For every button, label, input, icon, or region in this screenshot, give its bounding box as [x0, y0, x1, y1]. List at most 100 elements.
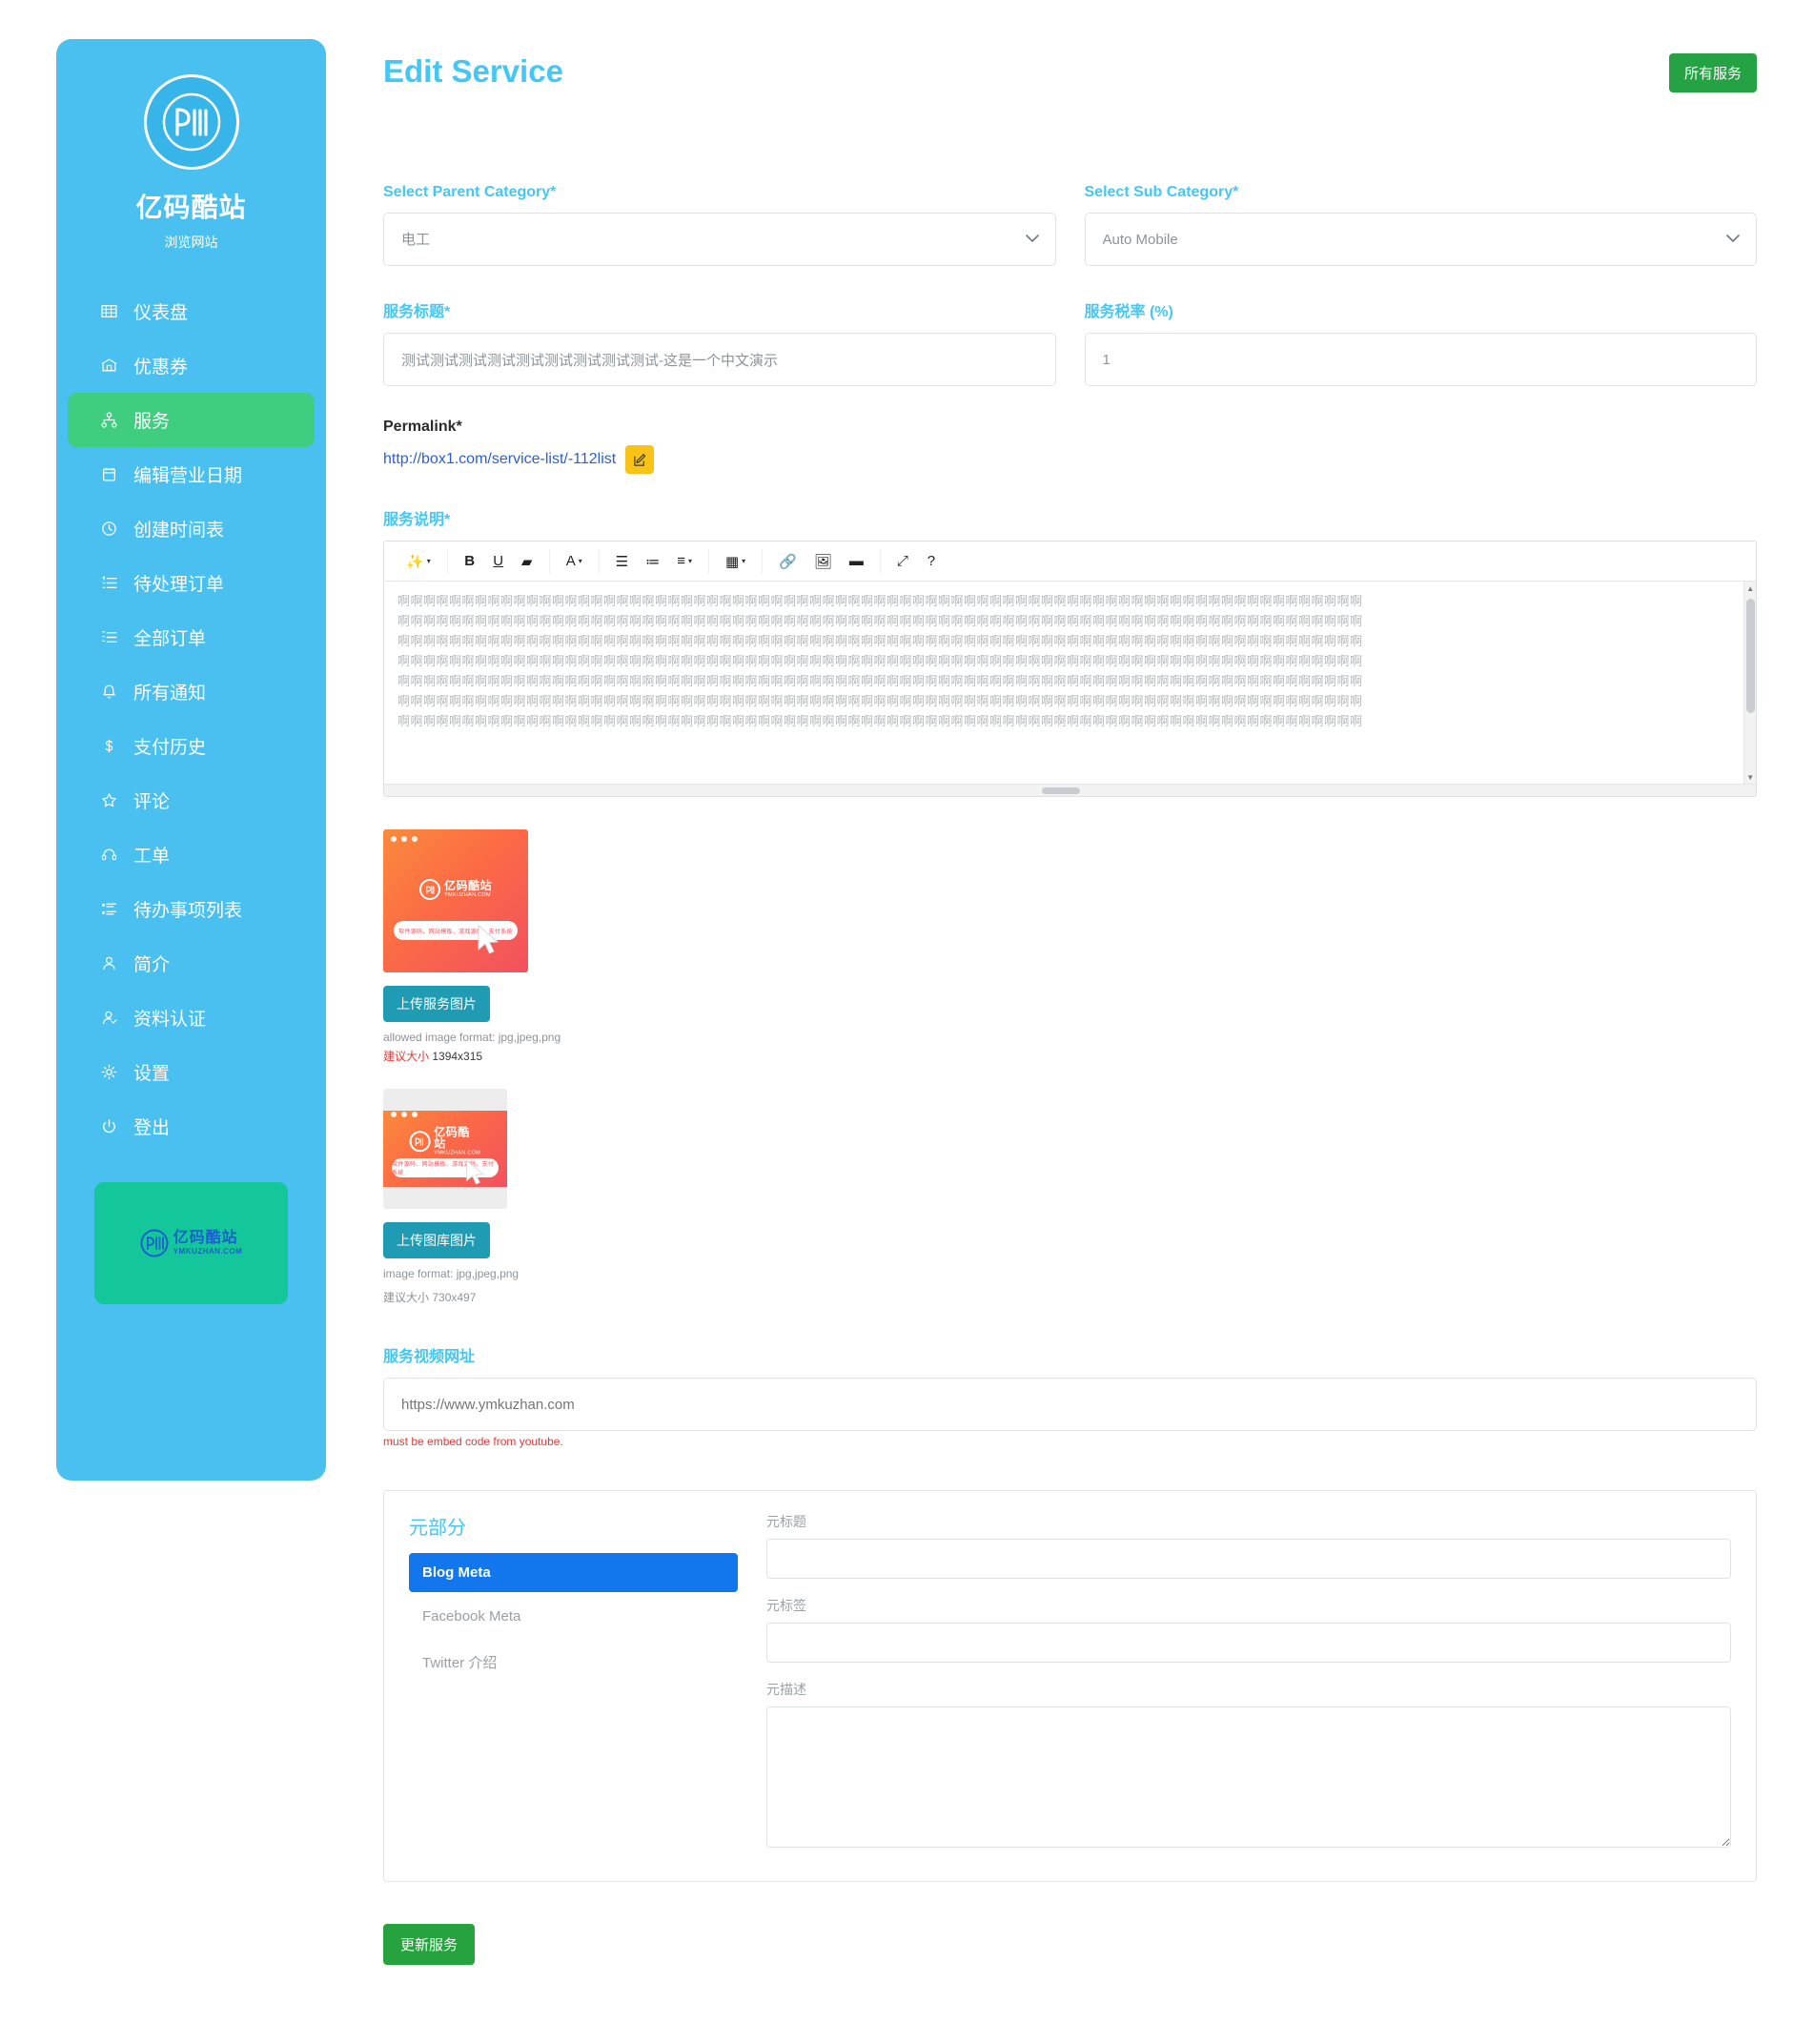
meta-title-input[interactable] — [766, 1539, 1731, 1579]
rich-text-editor: ✨ ▾ B U ▰ A ▾ ☰ ≔ ≡ ▾ ▦ ▾ 🔗 🖼 ▬ ⤢? 啊啊啊啊啊啊啊啊啊啊啊啊啊啊啊啊啊啊啊啊啊… — [383, 541, 1757, 797]
align-icon[interactable]: ≡ ▾ — [671, 550, 698, 573]
update-service-button[interactable]: 更新服务 — [383, 1924, 476, 1965]
video-url-input[interactable] — [383, 1378, 1757, 1431]
editor-content-area[interactable]: 啊啊啊啊啊啊啊啊啊啊啊啊啊啊啊啊啊啊啊啊啊啊啊啊啊啊啊啊啊啊啊啊啊啊啊啊啊啊啊啊… — [384, 582, 1756, 784]
preview-brand-cn: 亿码酷站 — [434, 1125, 470, 1151]
scroll-up-icon[interactable]: ▲ — [1744, 582, 1756, 595]
service-image-size-hint: 建议大小 1394x315 — [383, 1048, 1757, 1064]
meta-description-textarea[interactable] — [766, 1707, 1731, 1848]
underline-icon-glyph: U — [493, 553, 504, 569]
numbered-list-icon[interactable]: ≔ — [640, 550, 665, 573]
eraser-icon[interactable]: ▰ — [516, 550, 539, 573]
meta-description-label: 元描述 — [766, 1682, 806, 1697]
service-tax-input[interactable] — [1084, 333, 1757, 386]
service-description-label: 服务说明* — [383, 512, 451, 528]
service-tax-label: 服务税率 (%) — [1084, 304, 1173, 320]
clock-icon — [101, 521, 133, 537]
sidebar-item-6[interactable]: 全部订单 — [56, 610, 326, 664]
cursor-arrow-icon — [476, 924, 502, 961]
sidebar-item-2[interactable]: 服务 — [68, 393, 315, 447]
sidebar-item-8[interactable]: 支付历史 — [56, 719, 326, 773]
preview-brand-badge: 亿码酷站 YMKUZHAN.COM — [409, 1125, 481, 1157]
image-icon-glyph: 🖼 — [813, 553, 832, 570]
page-title: Edit Service — [383, 53, 563, 89]
image-icon[interactable]: 🖼 — [808, 550, 838, 573]
sidebar-item-label: 优惠券 — [133, 358, 189, 378]
sidebar-item-15[interactable]: 登出 — [56, 1099, 326, 1154]
help-icon[interactable]: ? — [920, 550, 943, 573]
meta-tab-1[interactable]: Facebook Meta — [409, 1597, 738, 1636]
sidebar-item-label: 简介 — [133, 955, 171, 975]
service-title-label: 服务标题* — [383, 304, 451, 320]
ym-circle-logo — [143, 74, 239, 170]
editor-horizontal-scrollbar[interactable] — [384, 784, 1756, 796]
table-icon[interactable]: ▦ ▾ — [720, 550, 751, 573]
sidebar-item-1[interactable]: 优惠券 — [56, 338, 326, 393]
sidebar-item-label: 评论 — [133, 792, 171, 812]
link-icon[interactable]: 🔗 — [773, 550, 803, 573]
bell-icon — [101, 684, 133, 700]
sidebar-item-0[interactable]: 仪表盘 — [56, 284, 326, 338]
star-icon — [101, 792, 133, 808]
service-title-input[interactable] — [383, 333, 1056, 386]
sidebar-item-13[interactable]: 资料认证 — [56, 991, 326, 1045]
scroll-thumb-horizontal[interactable] — [1042, 787, 1080, 794]
parent-category-select[interactable]: 电工 — [383, 213, 1056, 266]
video-icon-glyph: ▬ — [848, 553, 864, 569]
parent-category-field: Select Parent Category* 电工 — [383, 184, 1056, 266]
sidebar-item-4[interactable]: 创建时间表 — [56, 501, 326, 556]
chevron-down-icon: ▾ — [426, 557, 431, 565]
upload-service-image-button[interactable]: 上传服务图片 — [383, 986, 490, 1022]
category-row: Select Parent Category* 电工 Select Sub Ca… — [383, 184, 1757, 298]
bullet-list-icon[interactable]: ☰ — [610, 550, 634, 573]
gallery-image-preview: 亿码酷站 YMKUZHAN.COM 软件源码、网站模板、游戏源码、支付系统 — [383, 1089, 507, 1209]
user-icon — [101, 955, 133, 971]
sidebar-item-14[interactable]: 设置 — [56, 1045, 326, 1099]
magic-wand-icon[interactable]: ✨ ▾ — [400, 550, 437, 573]
tasks-icon — [101, 901, 133, 917]
sidebar-item-12[interactable]: 简介 — [56, 936, 326, 991]
upload-gallery-image-button[interactable]: 上传图库图片 — [383, 1222, 490, 1258]
meta-tag-input[interactable] — [766, 1623, 1731, 1663]
meta-tab-list: Blog Meta Facebook Meta Twitter 介绍 — [409, 1553, 738, 1684]
sidebar-promo-banner[interactable]: 亿码酷站 YMKUZHAN.COM — [94, 1182, 288, 1304]
sidebar-item-5[interactable]: 待处理订单 — [56, 556, 326, 610]
font-color-icon[interactable]: A ▾ — [561, 550, 588, 573]
sidebar-item-label: 待处理订单 — [133, 575, 225, 595]
meta-fields: 元标题 元标签 元描述 — [766, 1512, 1731, 1852]
sidebar-item-11[interactable]: 待办事项列表 — [56, 882, 326, 936]
chevron-down-icon: ▾ — [578, 557, 582, 565]
power-icon — [101, 1118, 133, 1134]
meta-tag-label: 元标签 — [766, 1598, 806, 1613]
sidebar-item-label: 编辑营业日期 — [133, 466, 243, 486]
editor-text-line: 啊啊啊啊啊啊啊啊啊啊啊啊啊啊啊啊啊啊啊啊啊啊啊啊啊啊啊啊啊啊啊啊啊啊啊啊啊啊啊啊… — [397, 594, 1363, 608]
sidebar-item-9[interactable]: 评论 — [56, 773, 326, 828]
sidebar-item-10[interactable]: 工单 — [56, 828, 326, 882]
all-services-button[interactable]: 所有服务 — [1668, 53, 1757, 92]
underline-icon[interactable]: U — [487, 550, 510, 573]
sub-category-select[interactable]: Auto Mobile — [1084, 213, 1757, 266]
bullet-list-icon-glyph: ☰ — [615, 553, 629, 570]
align-icon-glyph: ≡ — [677, 553, 685, 569]
editor-vertical-scrollbar[interactable]: ▲ ▼ — [1743, 582, 1756, 784]
fullscreen-icon[interactable]: ⤢ — [891, 550, 914, 573]
toolbar-group: ✨ ▾ — [390, 548, 448, 574]
ticket-icon — [101, 358, 133, 374]
scroll-thumb[interactable] — [1746, 599, 1755, 713]
bold-icon[interactable]: B — [459, 550, 481, 573]
sidebar-item-7[interactable]: 所有通知 — [56, 664, 326, 719]
link-icon-glyph: 🔗 — [779, 553, 797, 570]
scroll-down-icon[interactable]: ▼ — [1744, 770, 1756, 784]
font-color-icon-glyph: A — [565, 553, 576, 569]
permalink-url[interactable]: http://box1.com/service-list/-112list — [383, 451, 616, 468]
editor-text-line: 啊啊啊啊啊啊啊啊啊啊啊啊啊啊啊啊啊啊啊啊啊啊啊啊啊啊啊啊啊啊啊啊啊啊啊啊啊啊啊啊… — [397, 614, 1363, 628]
meta-tab-2[interactable]: Twitter 介绍 — [409, 1641, 738, 1684]
gallery-image-size-hint: 建议大小 730x497 — [383, 1289, 1757, 1305]
promo-en-text: YMKUZHAN.COM — [173, 1247, 243, 1256]
sidebar-item-3[interactable]: 编辑营业日期 — [56, 447, 326, 501]
pencil-square-icon[interactable] — [625, 445, 655, 474]
meta-tab-0[interactable]: Blog Meta — [409, 1553, 738, 1592]
video-icon[interactable]: ▬ — [844, 550, 869, 573]
sidebar-item-label: 全部订单 — [133, 629, 207, 649]
chevron-down-icon: ▾ — [687, 557, 692, 565]
